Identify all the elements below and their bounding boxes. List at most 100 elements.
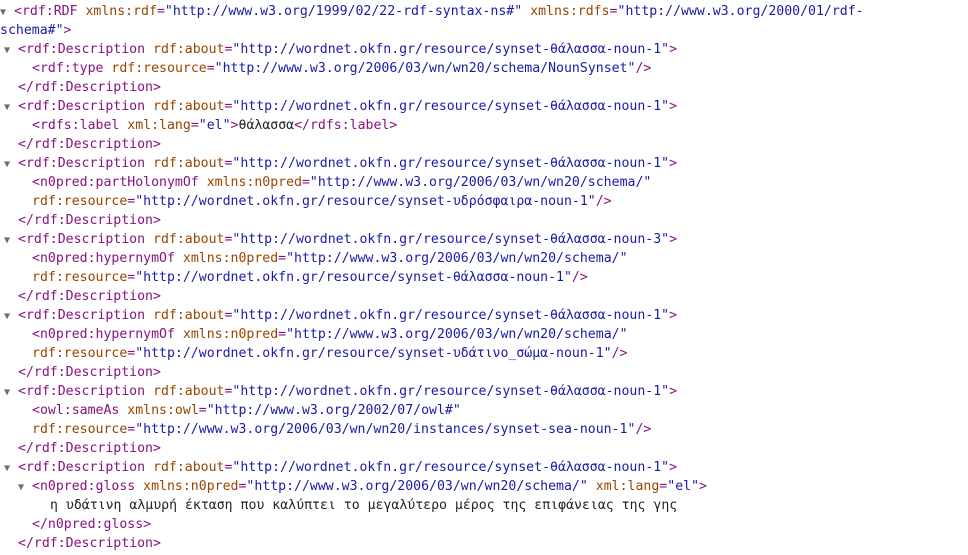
expanded-triangle-icon[interactable]: ▼ (0, 3, 14, 21)
tag-token: <rdfs:label (32, 118, 120, 133)
expanded-triangle-icon[interactable]: ▼ (4, 459, 18, 477)
text-node (522, 4, 530, 19)
hypernym-tag: <n0pred:hypernymOf xmlns:n0pred="http://… (0, 249, 968, 268)
tag-token: /> (635, 422, 652, 437)
text-node: η υδάτινη αλμυρή έκταση που καλύπτει το … (50, 498, 678, 513)
tag-token: = (156, 4, 165, 19)
tag-token: > (669, 384, 678, 399)
tag-token: > (669, 308, 678, 323)
part-holonym-tag: <n0pred:partHolonymOf xmlns:n0pred="http… (0, 173, 968, 192)
description-open-tag[interactable]: ▼ <rdf:Description rdf:about="http://word… (0, 40, 968, 59)
attr-name: xmlns:n0pred (182, 327, 279, 342)
attr-value: "http://www.w3.org/2006/03/wn/wn20/schem… (286, 327, 628, 342)
attr-name: xml:lang (127, 118, 191, 133)
attr-value: "http://www.w3.org/2006/03/wn/wn20/schem… (246, 479, 588, 494)
text-node (199, 175, 207, 190)
attr-value: "http://wordnet.okfn.gr/resource/synset-… (232, 460, 670, 475)
description-open-tag[interactable]: ▼ <rdf:Description rdf:about="http://word… (0, 458, 968, 477)
tag-token: </rdf:Description> (18, 441, 161, 456)
attr-value: "http://wordnet.okfn.gr/resource/synset-… (232, 156, 670, 171)
tag-token: > (63, 23, 72, 38)
tag-token: = (206, 61, 215, 76)
tag-token: </rdf:Description> (18, 365, 161, 380)
attr-name: xmlns:n0pred (206, 175, 302, 190)
hypernym-tag-cont: rdf:resource="http://wordnet.okfn.gr/res… (0, 344, 968, 363)
attr-name: rdf:resource (32, 270, 128, 285)
description-close-tag: </rdf:Description> (0, 135, 968, 154)
text-node (175, 251, 183, 266)
attr-value: "http://www.w3.org/2000/01/rdf- (617, 4, 864, 19)
text-node (588, 479, 596, 494)
expanded-triangle-icon[interactable]: ▼ (4, 41, 18, 59)
tag-token: <rdf:Description (18, 460, 146, 475)
text-node (145, 232, 153, 247)
text-node (145, 99, 153, 114)
description-open-tag[interactable]: ▼ <rdf:Description rdf:about="http://word… (0, 306, 968, 325)
tag-token: = (198, 403, 207, 418)
expanded-triangle-icon[interactable]: ▼ (4, 155, 18, 173)
attr-name: rdf:about (153, 42, 225, 57)
attr-value: "http://www.w3.org/2006/03/wn/wn20/schem… (309, 175, 652, 190)
attr-value: "http://www.w3.org/1999/02/22-rdf-syntax… (164, 4, 523, 19)
attr-name: rdf:about (153, 384, 225, 399)
tag-token: </rdf:Description> (18, 80, 161, 95)
description-close-tag: </rdf:Description> (0, 363, 968, 382)
description-close-tag: </rdf:Description> (0, 534, 968, 553)
tag-token: = (278, 327, 287, 342)
tag-token: /> (595, 194, 612, 209)
tag-token: <rdf:Description (18, 99, 146, 114)
attr-value: "el" (667, 479, 700, 494)
tag-token: /> (635, 61, 652, 76)
description-open-tag[interactable]: ▼ <rdf:Description rdf:about="http://word… (0, 154, 968, 173)
hypernym-tag-cont: rdf:resource="http://wordnet.okfn.gr/res… (0, 268, 968, 287)
attr-name: xmlns:rdfs (530, 4, 610, 19)
text-node (145, 308, 153, 323)
tag-token: = (190, 118, 199, 133)
attr-value: "http://www.w3.org/2006/03/wn/wn20/insta… (135, 422, 636, 437)
description-open-tag[interactable]: ▼ <rdf:Description rdf:about="http://word… (0, 97, 968, 116)
rdf-root-open-tag-cont: schema#"> (0, 21, 968, 40)
tag-token: <n0pred:partHolonymOf (32, 175, 199, 190)
description-open-tag[interactable]: ▼ <rdf:Description rdf:about="http://word… (0, 230, 968, 249)
expanded-triangle-icon[interactable]: ▼ (4, 383, 18, 401)
tag-token: > (669, 42, 678, 57)
tag-token: > (699, 479, 707, 494)
text-node (145, 384, 153, 399)
tag-token: = (609, 4, 618, 19)
attr-name: rdf:about (153, 232, 225, 247)
tag-token: > (669, 460, 678, 475)
tag-token: /> (571, 270, 588, 285)
description-close-tag: </rdf:Description> (0, 78, 968, 97)
text-node: θάλασσα (238, 118, 295, 133)
text-node (145, 460, 153, 475)
tag-token: = (278, 251, 287, 266)
expanded-triangle-icon[interactable]: ▼ (4, 98, 18, 116)
tag-token: </rdf:Description> (18, 137, 161, 152)
tag-token: <rdf:RDF (14, 4, 78, 19)
attr-value: "http://wordnet.okfn.gr/resource/synset-… (135, 346, 612, 361)
tag-token: <rdf:Description (18, 232, 146, 247)
expanded-triangle-icon[interactable]: ▼ (18, 478, 32, 496)
attr-value: "http://wordnet.okfn.gr/resource/synset-… (232, 99, 670, 114)
attr-name: xmlns:n0pred (143, 479, 239, 494)
attr-name: rdf:about (153, 460, 225, 475)
tag-token: </rdf:Description> (18, 289, 161, 304)
attr-name: xmlns:n0pred (182, 251, 279, 266)
expanded-triangle-icon[interactable]: ▼ (4, 307, 18, 325)
tag-token: <rdf:type (32, 61, 104, 76)
tag-token: /> (611, 346, 628, 361)
attr-name: rdf:about (153, 308, 225, 323)
description-open-tag[interactable]: ▼ <rdf:Description rdf:about="http://word… (0, 382, 968, 401)
tag-token: </rdf:Description> (18, 536, 161, 551)
gloss-open-tag[interactable]: ▼ <n0pred:gloss xmlns:n0pred="http://www.… (0, 477, 968, 496)
tag-token: <owl:sameAs (32, 403, 120, 418)
description-close-tag: </rdf:Description> (0, 287, 968, 306)
attr-value: "http://www.w3.org/2002/07/owl#" (206, 403, 461, 418)
attr-value: "el" (198, 118, 231, 133)
expanded-triangle-icon[interactable]: ▼ (4, 231, 18, 249)
tag-token: <n0pred:hypernymOf (32, 251, 175, 266)
text-node (145, 42, 153, 57)
tag-token: <rdf:Description (18, 308, 146, 323)
attr-name: rdf:resource (32, 422, 128, 437)
rdf-root-open-tag[interactable]: ▼ <rdf:RDF xmlns:rdf="http://www.w3.org/1… (0, 2, 968, 21)
